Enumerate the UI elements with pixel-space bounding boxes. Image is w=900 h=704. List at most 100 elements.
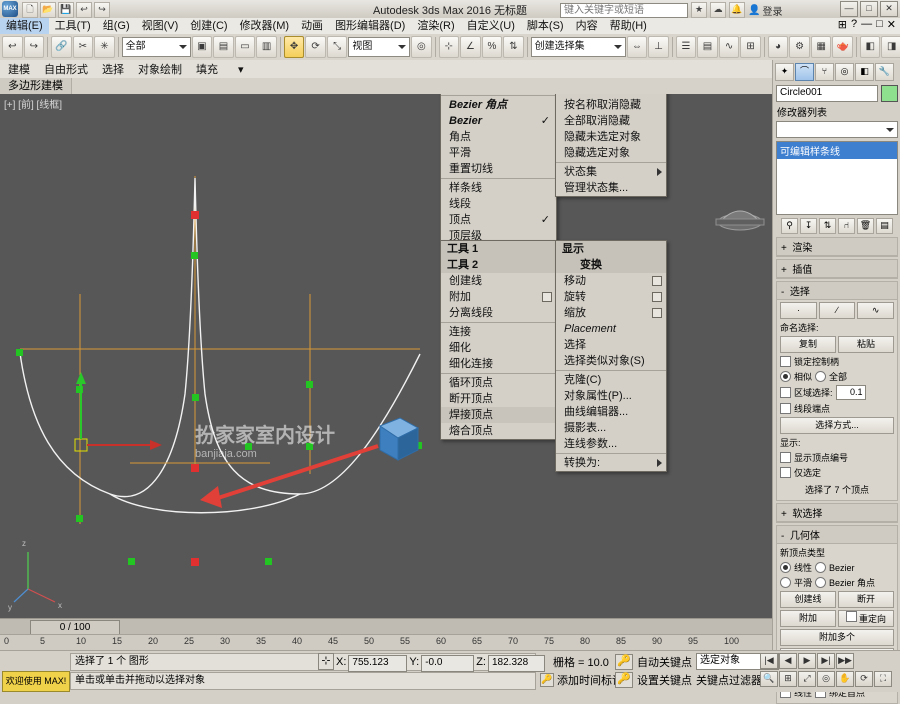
show-end-result-icon[interactable]: ↧	[800, 218, 817, 234]
menu-item-create[interactable]: 创建(C)	[184, 18, 233, 34]
track-bar[interactable]: 0 / 100	[0, 618, 772, 635]
auto-key-label[interactable]: 自动关键点	[637, 654, 692, 670]
panel-restore-icon[interactable]: □	[876, 18, 883, 31]
ribbon-toggle-button[interactable]: ▤	[697, 36, 718, 58]
rollout-selection-header[interactable]: - 选择	[777, 282, 897, 300]
field-of-view-icon[interactable]: ◎	[817, 671, 835, 687]
quad-item-spline[interactable]: 样条线	[441, 180, 556, 196]
quad-item-weld-vertices[interactable]: 焊接顶点	[441, 407, 556, 423]
quad-item-unhide-all[interactable]: 全部取消隐藏	[556, 113, 666, 129]
bind-space-warp-button[interactable]: ✳	[94, 36, 115, 58]
named-selection-combo[interactable]: 创建选择集	[530, 37, 626, 57]
reorient-checkbox[interactable]	[845, 611, 857, 622]
settings-box-icon[interactable]	[652, 308, 662, 318]
quad-item-vertex[interactable]: 顶点 ✓	[441, 212, 556, 228]
quad-item-smooth[interactable]: 平滑	[441, 145, 556, 161]
angle-snap-button[interactable]: ∠	[460, 36, 481, 58]
absolute-mode-icon[interactable]: ⊹	[318, 653, 334, 670]
menu-item-scripting[interactable]: 脚本(S)	[521, 18, 570, 34]
rendered-frame-button[interactable]: ▦	[810, 36, 832, 58]
bezier-radio[interactable]	[815, 562, 827, 573]
selected-only-checkbox[interactable]	[780, 467, 791, 478]
undo-button[interactable]: ↩	[2, 36, 23, 58]
key-mode-icon[interactable]: 🔑	[615, 653, 633, 670]
object-color-swatch[interactable]	[881, 85, 898, 102]
quad-item-rotate[interactable]: 旋转	[556, 289, 666, 305]
rollout-soft-selection[interactable]: + 软选择	[776, 503, 898, 523]
rectangular-region-button[interactable]: ▭	[234, 36, 256, 58]
quad-item-state-sets[interactable]: 状态集	[556, 164, 666, 180]
unlink-button[interactable]: ✂	[72, 36, 94, 58]
select-object-button[interactable]: ▣	[191, 36, 213, 58]
window-crossing-button[interactable]: ▥	[256, 36, 277, 58]
first-frame-icon[interactable]: |◀	[760, 653, 778, 669]
curve-editor-button[interactable]: ∿	[718, 36, 740, 58]
quad-item-scale[interactable]: 缩放	[556, 305, 666, 321]
display-tab[interactable]: ◧	[855, 63, 874, 81]
utilities-tab[interactable]: 🔧	[875, 63, 894, 81]
hierarchy-tab[interactable]: ⑂	[815, 63, 834, 81]
menu-item-rendering[interactable]: 渲染(R)	[411, 18, 460, 34]
percent-snap-button[interactable]: %	[481, 36, 503, 58]
quad-item-wire-parameters[interactable]: 连线参数...	[556, 436, 666, 452]
rollout-selection[interactable]: - 选择 ∙ ∕ ∿ 命名选择: 复制 粘贴 锁定控制柄 相似 全部 区域选择:…	[776, 281, 898, 501]
maximize-viewport-icon[interactable]: ⛶	[874, 671, 892, 687]
stack-item-editable-spline[interactable]: 可编辑样条线	[777, 142, 897, 159]
panel-close-icon[interactable]: ✕	[887, 18, 896, 31]
next-frame-icon[interactable]: ▶|	[817, 653, 835, 669]
quad-item-manage-state-sets[interactable]: 管理状态集...	[556, 180, 666, 196]
select-move-button[interactable]: ✥	[283, 36, 305, 58]
quad-item-bezier-corner[interactable]: Bezier 角点	[441, 97, 556, 113]
quad-item-hide-selection[interactable]: 隐藏选定对象	[556, 145, 666, 161]
modify-tab[interactable]: ⌒	[795, 63, 814, 81]
set-key-label[interactable]: 设置关键点	[637, 672, 692, 688]
show-vertex-numbers-checkbox[interactable]	[780, 452, 791, 463]
timeline-ruler[interactable]: 0 5 10 15 20 25 30 35 40 45 50 55 60 65 …	[0, 634, 772, 651]
quad-item-connect[interactable]: 连接	[441, 324, 556, 340]
z-coord-field[interactable]: 182.328	[487, 655, 545, 672]
reference-coord-combo[interactable]: 视图	[348, 37, 411, 57]
segment-sublevel-button[interactable]: ∕	[818, 302, 856, 319]
quad-item-bezier[interactable]: Bezier ✓	[441, 113, 556, 129]
play-icon[interactable]: ▶	[798, 653, 816, 669]
alike-radio[interactable]	[780, 371, 791, 382]
delete-modifier-icon[interactable]: 🗑	[857, 218, 874, 234]
quad-item-refine[interactable]: 细化	[441, 340, 556, 356]
material-editor-button[interactable]: ◕	[767, 36, 789, 58]
menu-item-animation[interactable]: 动画	[295, 18, 329, 34]
quad-item-curve-editor[interactable]: 曲线编辑器...	[556, 404, 666, 420]
time-tag-area[interactable]: 🔑 添加时间标记	[540, 672, 623, 688]
tab-polygon-modeling[interactable]: 多边形建模	[0, 78, 72, 94]
select-scale-button[interactable]: ⤡	[326, 36, 348, 58]
modifier-stack[interactable]: 可编辑样条线	[776, 141, 898, 215]
ribbon-expand-icon[interactable]: ▾	[238, 63, 244, 76]
zoom-icon[interactable]: 🔍	[760, 671, 778, 687]
pan-icon[interactable]: ✋	[836, 671, 854, 687]
rollout-soft-selection-header[interactable]: + 软选择	[777, 504, 897, 522]
vertex-sublevel-button[interactable]: ∙	[780, 302, 817, 319]
configure-sets-icon[interactable]: ▤	[876, 218, 893, 234]
quad-item-refine-connect[interactable]: 细化连接	[441, 356, 556, 372]
quad-item-corner[interactable]: 角点	[441, 129, 556, 145]
quad-item-clone[interactable]: 克隆(C)	[556, 372, 666, 388]
create-tab[interactable]: ✦	[775, 63, 794, 81]
quad-item-create-line[interactable]: 创建线	[441, 273, 556, 289]
spline-sublevel-button[interactable]: ∿	[857, 302, 895, 319]
quad-menu-upper-right[interactable]: 视口照明和阴影 孤立当前选择 结束隔离 全部解冻 冻结当前选择 按名称取消隐藏 …	[555, 94, 667, 197]
lock-handles-checkbox[interactable]	[780, 356, 791, 367]
quad-menu-lower-right[interactable]: 显示 变换 移动 旋转 缩放 Placement 选择 选择类似对象(S) 克隆…	[555, 240, 667, 472]
minimize-button[interactable]: —	[840, 1, 858, 17]
quad-menu-lower-left[interactable]: 工具 1 工具 2 创建线 附加 分离线段 连接 细化 细化连接 循环顶点 断开…	[440, 240, 557, 440]
quad-item-unhide-by-name[interactable]: 按名称取消隐藏	[556, 97, 666, 113]
modifier-list-combo[interactable]	[776, 121, 898, 138]
ribbon-item-freeform[interactable]: 自由形式	[44, 61, 88, 77]
spinner-snap-button[interactable]: ⇅	[503, 36, 524, 58]
bell-icon[interactable]: 🔔	[729, 2, 745, 18]
linear-radio[interactable]	[780, 562, 791, 573]
render-setup-button[interactable]: ⚙	[789, 36, 810, 58]
rollout-rendering[interactable]: + 渲染	[776, 237, 898, 257]
render-production-button[interactable]: 🫖	[832, 36, 853, 58]
reorient-button[interactable]: 重定向	[838, 610, 894, 627]
current-frame-field[interactable]: 0 / 100	[30, 620, 120, 635]
quad-item-cycle-vertices[interactable]: 循环顶点	[441, 375, 556, 391]
